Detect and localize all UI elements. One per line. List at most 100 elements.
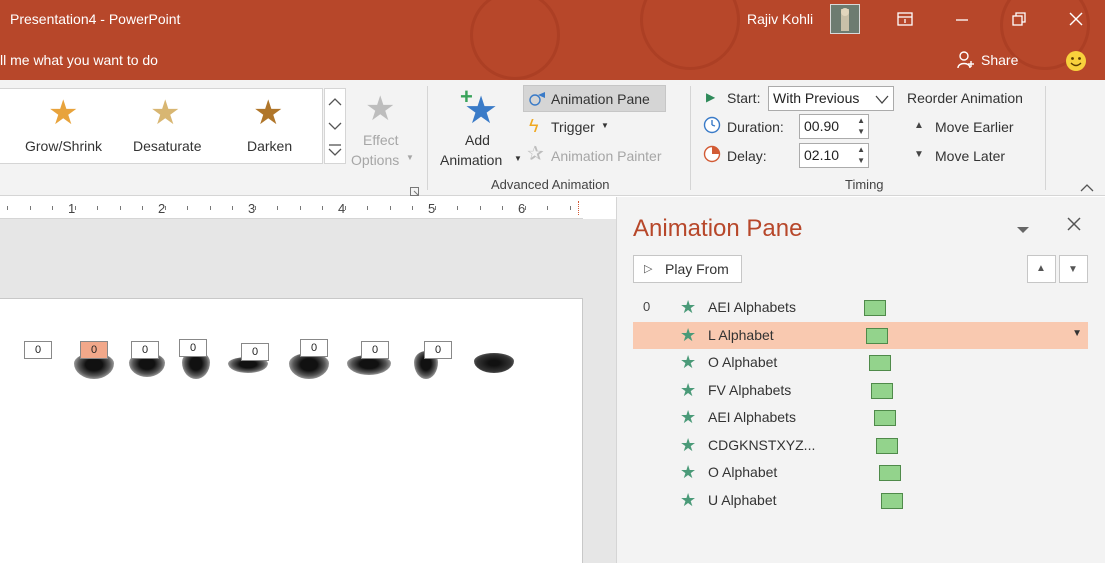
ruler-tick bbox=[187, 206, 188, 210]
animation-tag[interactable]: 0 bbox=[131, 341, 159, 359]
item-label: U Alphabet bbox=[708, 492, 777, 508]
ruler-tick bbox=[52, 206, 53, 210]
gallery-item-desaturate[interactable]: ★ Desaturate bbox=[120, 88, 220, 164]
list-item[interactable]: ★ O Alphabet bbox=[633, 459, 1088, 486]
slide-canvas[interactable]: 0 0 0 0 0 0 0 0 bbox=[0, 298, 583, 563]
window-title: Presentation4 - PowerPoint bbox=[10, 11, 181, 27]
minimize-icon[interactable] bbox=[947, 6, 977, 32]
ruler-tick bbox=[479, 206, 481, 210]
move-later-button[interactable]: ▼ Move Later bbox=[910, 145, 1030, 167]
dialog-launcher-icon[interactable] bbox=[410, 184, 422, 196]
mouth-shape[interactable] bbox=[474, 353, 514, 373]
list-item[interactable]: ★ O Alphabet bbox=[633, 349, 1088, 376]
start-select[interactable]: With Previous bbox=[768, 86, 894, 111]
item-dropdown-icon[interactable]: ▼ bbox=[1072, 328, 1082, 339]
gallery-item-label: Desaturate bbox=[133, 138, 202, 154]
move-down-button[interactable]: ▼ bbox=[1059, 255, 1088, 283]
add-animation-button[interactable]: + ★ Add Animation ▼ bbox=[436, 86, 522, 172]
spin-down-icon[interactable]: ▼ bbox=[857, 127, 865, 136]
animation-painter-button[interactable]: ✰ Animation Painter bbox=[523, 143, 683, 169]
gallery-scroll bbox=[324, 88, 346, 164]
gallery-scroll-down-icon[interactable] bbox=[327, 115, 343, 137]
effect-options-label-2: Options bbox=[351, 152, 400, 168]
duration-value: 00.90 bbox=[804, 118, 840, 134]
emphasis-star-icon: ★ bbox=[680, 352, 697, 372]
lightning-icon: ϟ bbox=[529, 116, 539, 136]
animation-tag[interactable]: 0 bbox=[361, 341, 389, 359]
list-item[interactable]: 0 ★ AEI Alphabets bbox=[633, 294, 1088, 321]
animation-pane-button[interactable]: Animation Pane bbox=[523, 85, 666, 112]
item-label: AEI Alphabets bbox=[708, 299, 796, 315]
start-select-value: With Previous bbox=[773, 90, 860, 106]
spin-up-icon[interactable]: ▲ bbox=[857, 145, 865, 154]
gallery-item-grow-shrink[interactable]: ★ Grow/Shrink bbox=[0, 88, 120, 164]
animation-tag[interactable]: 0 bbox=[80, 341, 108, 359]
smiley-feedback-icon[interactable] bbox=[1065, 50, 1087, 72]
list-item[interactable]: ★ CDGKNSTXYZ... bbox=[633, 432, 1088, 459]
trigger-button[interactable]: ϟ Trigger ▼ bbox=[523, 115, 623, 141]
darken-star-icon: ★ bbox=[253, 94, 284, 132]
ruler-tick bbox=[502, 206, 503, 210]
share-person-icon[interactable] bbox=[956, 50, 976, 70]
timeline-bar[interactable] bbox=[864, 300, 886, 316]
pane-options-icon[interactable] bbox=[1017, 221, 1031, 233]
emphasis-star-icon: ★ bbox=[680, 380, 697, 400]
timeline-bar[interactable] bbox=[879, 465, 901, 481]
reorder-animation-label: Reorder Animation bbox=[907, 90, 1023, 106]
avatar[interactable] bbox=[830, 4, 860, 34]
gallery-scroll-up-icon[interactable] bbox=[327, 91, 343, 113]
emphasis-star-icon: ★ bbox=[680, 325, 697, 345]
animation-tag[interactable]: 0 bbox=[241, 343, 269, 361]
pane-title: Animation Pane bbox=[633, 215, 803, 242]
duration-input[interactable]: 00.90 ▲ ▼ bbox=[799, 114, 869, 139]
ribbon-display-options-icon[interactable] bbox=[890, 6, 920, 32]
animation-tag[interactable]: 0 bbox=[424, 341, 452, 359]
pane-close-icon[interactable] bbox=[1067, 217, 1083, 233]
item-label: L Alphabet bbox=[708, 327, 774, 343]
effect-options-star-icon: ★ bbox=[365, 90, 396, 128]
duration-clock-icon bbox=[703, 116, 721, 134]
spin-down-icon[interactable]: ▼ bbox=[857, 156, 865, 165]
ruler-tick bbox=[299, 206, 301, 210]
timeline-bar[interactable] bbox=[866, 328, 888, 344]
gallery-item-darken[interactable]: ★ Darken bbox=[220, 88, 320, 164]
spin-up-icon[interactable]: ▲ bbox=[857, 116, 865, 125]
timeline-bar[interactable] bbox=[881, 493, 903, 509]
ruler-tick bbox=[547, 206, 548, 210]
move-earlier-button[interactable]: ▲ Move Earlier bbox=[910, 116, 1030, 138]
timeline-bar[interactable] bbox=[874, 410, 896, 426]
chevron-down-icon: ▼ bbox=[514, 154, 522, 163]
add-animation-star-icon: ★ bbox=[464, 90, 499, 132]
collapse-ribbon-icon[interactable] bbox=[1080, 180, 1096, 192]
effect-options-button[interactable]: ★ Effect Options ▼ bbox=[350, 86, 416, 170]
add-animation-label-2: Animation bbox=[440, 152, 503, 168]
play-from-button[interactable]: ▷ Play From bbox=[633, 255, 742, 283]
animation-tag[interactable]: 0 bbox=[24, 341, 52, 359]
move-up-button[interactable]: ▲ bbox=[1027, 255, 1056, 283]
trigger-label: Trigger bbox=[551, 119, 595, 135]
tell-me-search[interactable]: ll me what you want to do bbox=[0, 52, 158, 68]
timeline-bar[interactable] bbox=[871, 383, 893, 399]
list-item[interactable]: ★ U Alphabet bbox=[633, 487, 1088, 514]
list-item[interactable]: ★ FV Alphabets bbox=[633, 377, 1088, 404]
animation-pane-icon bbox=[528, 89, 546, 107]
gallery-more-icon[interactable] bbox=[327, 139, 343, 161]
restore-icon[interactable] bbox=[1004, 6, 1034, 32]
play-start-icon: ▶ bbox=[706, 90, 716, 104]
timeline-bar[interactable] bbox=[869, 355, 891, 371]
ruler-number: 5 bbox=[428, 201, 436, 216]
animation-tag[interactable]: 0 bbox=[179, 339, 207, 357]
animation-pane-label: Animation Pane bbox=[551, 91, 650, 107]
close-icon[interactable] bbox=[1061, 6, 1091, 32]
share-button[interactable]: Share bbox=[981, 52, 1018, 68]
user-name[interactable]: Rajiv Kohli bbox=[747, 11, 813, 27]
list-item[interactable]: ★ L Alphabet ▼ bbox=[633, 322, 1088, 349]
ruler-tick bbox=[142, 206, 143, 210]
item-label: AEI Alphabets bbox=[708, 409, 796, 425]
list-item[interactable]: ★ AEI Alphabets bbox=[633, 404, 1088, 431]
delay-input[interactable]: 02.10 ▲ ▼ bbox=[799, 143, 869, 168]
animation-tag[interactable]: 0 bbox=[300, 339, 328, 357]
ruler-tick bbox=[569, 206, 571, 210]
timeline-bar[interactable] bbox=[876, 438, 898, 454]
ruler-tick bbox=[322, 206, 323, 210]
